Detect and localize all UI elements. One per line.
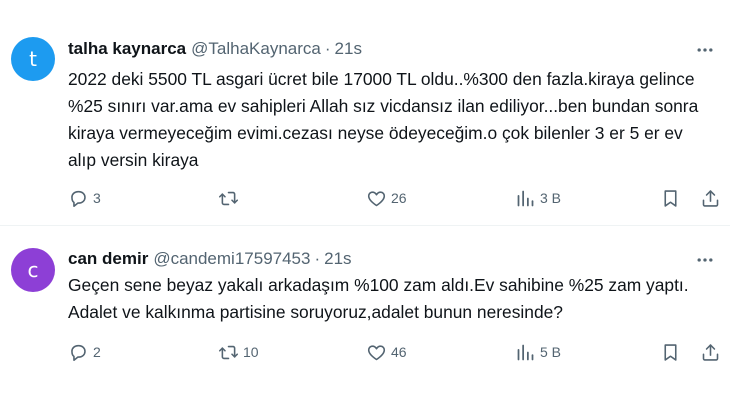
retweet-icon	[218, 188, 239, 209]
more-icon[interactable]	[692, 250, 718, 270]
separator-dot: ·	[324, 39, 331, 58]
bookmark-icon	[660, 342, 681, 363]
reply-count: 3	[93, 190, 101, 206]
timestamp[interactable]: 21s	[324, 249, 351, 269]
views-button[interactable]: 5 B	[515, 340, 561, 364]
tweet[interactable]: c can demir @candemi17597453 · 21s Geçen…	[0, 226, 730, 420]
tweet-header: can demir @candemi17597453 · 21s	[68, 249, 352, 271]
avatar[interactable]: t	[11, 37, 55, 81]
retweet-button[interactable]: 10	[218, 340, 259, 364]
tweet-text: 2022 deki 5500 TL asgari ücret bile 1700…	[68, 69, 699, 170]
tweet[interactable]: t talha kaynarca @TalhaKaynarca · 21s 20…	[0, 0, 730, 226]
tweet-text: Geçen sene beyaz yakalı arkadaşım %100 z…	[68, 275, 689, 322]
avatar[interactable]: c	[11, 248, 55, 292]
like-button[interactable]: 26	[366, 186, 407, 210]
views-count: 5 B	[540, 344, 562, 360]
views-icon	[515, 342, 536, 363]
author-name[interactable]: talha kaynarca	[68, 39, 186, 59]
separator-dot: ·	[314, 249, 321, 268]
tweet-header: talha kaynarca @TalhaKaynarca · 21s	[68, 39, 362, 61]
bookmark-icon	[660, 188, 681, 209]
views-button[interactable]: 3 B	[515, 186, 561, 210]
more-icon[interactable]	[692, 40, 718, 60]
like-button[interactable]: 46	[366, 340, 407, 364]
retweet-button[interactable]	[218, 186, 243, 210]
bookmark-button[interactable]	[660, 340, 681, 364]
heart-icon	[366, 188, 387, 209]
author-handle[interactable]: @TalhaKaynarca	[191, 39, 321, 59]
reply-count: 2	[93, 344, 101, 360]
reply-icon	[68, 188, 89, 209]
share-icon	[700, 342, 721, 363]
reply-button[interactable]: 2	[68, 340, 101, 364]
views-icon	[515, 188, 536, 209]
tweet-actions: 2 10 46 5 B	[0, 340, 730, 364]
share-icon	[700, 188, 721, 209]
reply-icon	[68, 342, 89, 363]
author-name[interactable]: can demir	[68, 249, 148, 269]
share-button[interactable]	[700, 186, 721, 210]
share-button[interactable]	[700, 340, 721, 364]
bookmark-button[interactable]	[660, 186, 681, 210]
like-count: 26	[391, 190, 407, 206]
timestamp[interactable]: 21s	[335, 39, 362, 59]
like-count: 46	[391, 344, 407, 360]
retweet-icon	[218, 342, 239, 363]
reply-button[interactable]: 3	[68, 186, 101, 210]
views-count: 3 B	[540, 190, 562, 206]
author-handle[interactable]: @candemi17597453	[153, 249, 310, 269]
heart-icon	[366, 342, 387, 363]
retweet-count: 10	[243, 344, 259, 360]
tweet-actions: 3 26 3 B	[0, 186, 730, 210]
